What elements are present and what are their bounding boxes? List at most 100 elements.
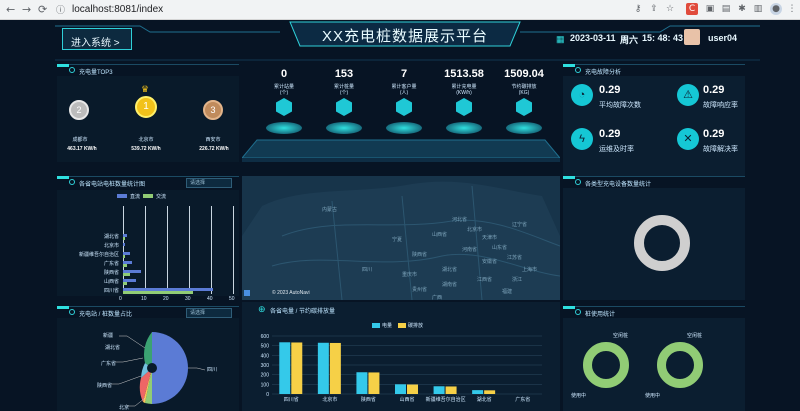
tick-label: 0 <box>266 392 269 398</box>
address-bar[interactable]: localhost:8081/index <box>72 2 552 17</box>
map-region-label: 宁夏 <box>392 237 403 243</box>
category-label: 广东省 <box>515 396 530 403</box>
category-label: 山西省 <box>399 396 414 403</box>
bar <box>123 291 194 294</box>
bar <box>123 264 128 267</box>
bar <box>484 390 496 394</box>
extension-doc-icon[interactable]: ▤ <box>720 3 732 15</box>
bar <box>123 237 126 240</box>
bar <box>407 384 418 394</box>
sidebar-icon[interactable]: ▥ <box>752 3 764 15</box>
tick-label: 100 <box>261 382 270 388</box>
weekday: 周六 <box>620 35 639 45</box>
stat-pedestal <box>386 122 422 134</box>
top3-city: 北京市 <box>138 137 154 143</box>
stat-value: 0 <box>280 68 288 80</box>
top3-city: 成都市 <box>72 137 88 143</box>
map-region-label: 重庆市 <box>402 272 418 278</box>
tick-label: 30 <box>185 296 191 302</box>
stat-label: 累计客户量 (人) <box>391 84 417 96</box>
stat-value: 1509.04 <box>504 68 544 80</box>
reload-icon[interactable]: ⟳ <box>38 3 47 16</box>
share-icon[interactable]: ⇪ <box>648 3 660 15</box>
bar <box>356 372 368 394</box>
province-select[interactable]: 请选择 <box>186 178 232 188</box>
province-chart: 直流 交流 0 10 20 30 40 50 湖北省 北京市 新疆维吾尔自治区 广东省 陕西省 山西省… <box>57 190 239 302</box>
energy-panel: ⊕ 各省电量 / 节约碳排放量 电量 碳排放 600 500 400 300 200 10… <box>242 302 560 411</box>
silver-medal-icon: 2 <box>69 100 89 120</box>
map-region-label: 辽宁省 <box>512 222 528 228</box>
map-region-label: 天津市 <box>482 235 498 241</box>
stat-label: 累计站量 (个) <box>273 84 294 96</box>
map-region-label: 湖南省 <box>442 282 458 288</box>
map-region-label: 浙江 <box>512 277 523 283</box>
forward-icon[interactable]: → <box>22 3 31 16</box>
stat-label: 节约碳排放 (KG) <box>511 84 537 96</box>
usage-panel-header: 桩使用统计 <box>563 306 745 318</box>
ratio-pie-chart: 湖北省 新疆 广东省 陕西省 北京 四川 <box>57 318 239 411</box>
stat-label: 累计桩量 (个) <box>333 84 354 96</box>
china-map[interactable]: 内蒙古 河北省 山西省 北京市 天津市 辽宁省 宁夏 陕西省 河南省 山东省 湖北省 安徽省 江苏省 上海… <box>242 176 560 300</box>
fault-panel-header: 充电故障分析 <box>563 64 745 76</box>
usage-donut-chart <box>583 342 629 388</box>
clock: 15: 48: 43 <box>642 33 684 43</box>
energy-bar-chart: 600 500 400 300 200 100 0 四川省 北京市 陕西省 山西省 新疆维吾尔自治区 湖… <box>261 334 542 403</box>
back-icon[interactable]: ← <box>6 3 15 16</box>
top3-panel: 2 成都市 463.17 KW/h ♛ 1 北京市 539.72 KW/h 3 … <box>57 76 239 162</box>
bar <box>291 342 303 394</box>
category-label: 北京市 <box>322 396 337 403</box>
lightning-icon: ϟ <box>571 128 593 150</box>
map-region-label: 北京市 <box>467 227 483 233</box>
dashboard: 进入系统 > XX充电桩数据展示平台 ▦ 2023-03-11 周六 15: 4… <box>0 20 800 411</box>
category-label: 新疆维吾尔自治区 <box>426 396 466 403</box>
grid-line <box>211 206 212 294</box>
tick-label: 400 <box>261 353 270 359</box>
ratio-select[interactable]: 请选择 <box>186 308 232 318</box>
stats-panel: 0 累计站量 (个) 153 累计桩量 (个) 7 累计客户量 (人) 1513.58 累计充… <box>242 68 560 164</box>
map-region-label: 江西省 <box>477 277 493 283</box>
bar <box>445 386 457 394</box>
avatar[interactable] <box>684 29 700 45</box>
tick-label: 40 <box>207 296 213 302</box>
username[interactable]: user04 <box>708 33 737 43</box>
map-region-label: 湖北省 <box>442 267 458 273</box>
map-region-label: 福建 <box>502 289 513 295</box>
page-title: XX充电桩数据展示平台 <box>321 28 488 45</box>
grid-line <box>233 206 234 294</box>
bar <box>317 342 329 394</box>
profile-icon[interactable]: ● <box>770 3 782 15</box>
category-label: 陕西省 <box>103 270 119 276</box>
calendar-icon: ▦ <box>556 34 565 44</box>
key-icon[interactable]: ⚷ <box>632 3 644 15</box>
type-donut-chart <box>634 215 690 271</box>
category-label: 四川省 <box>284 396 299 403</box>
tick-label: 50 <box>229 296 235 302</box>
usage-donut-chart <box>657 342 703 388</box>
extension-copy-icon[interactable]: ▣ <box>704 3 716 15</box>
map-region-label: 内蒙古 <box>322 207 338 213</box>
map-region-label: 河南省 <box>462 247 478 253</box>
browser-toolbar: ← → ⟳ ⓘ localhost:8081/index ⚷ ⇪ ☆ C ▣ ▤… <box>0 0 800 20</box>
stat-pedestal <box>446 122 482 134</box>
category-label: 广东省 <box>103 261 119 267</box>
map-region-label: 江苏省 <box>507 255 523 261</box>
site-info-icon[interactable]: ⓘ <box>56 3 65 16</box>
grid-line <box>145 206 146 294</box>
bar <box>395 384 406 394</box>
extension-c-icon[interactable]: C <box>686 3 698 15</box>
tick-label: 200 <box>261 373 270 379</box>
bar <box>123 282 128 285</box>
star-icon[interactable]: ☆ <box>664 3 676 15</box>
crown-icon: ♛ <box>141 84 150 94</box>
legend-swatch <box>143 194 153 198</box>
puzzle-icon[interactable]: ✱ <box>736 3 748 15</box>
tools-icon: ✕ <box>677 128 699 150</box>
menu-icon[interactable]: ⋮ <box>786 3 798 15</box>
bar <box>279 342 291 394</box>
grid-line <box>167 206 168 294</box>
top3-city: 西安市 <box>205 137 221 143</box>
type-panel <box>563 188 745 300</box>
stat-value: 153 <box>334 68 354 80</box>
stat-pedestal <box>266 122 302 134</box>
bar <box>123 273 130 276</box>
